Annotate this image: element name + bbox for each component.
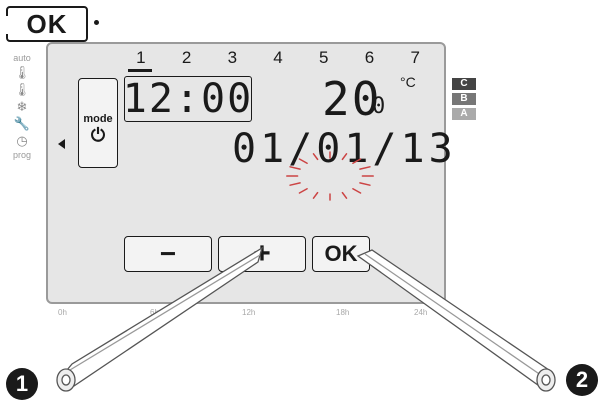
- stylus-right: [356, 249, 556, 392]
- step-1-marker: 1: [6, 368, 38, 400]
- stylus-illustration: [56, 246, 556, 392]
- step-2-marker: 2: [566, 364, 598, 396]
- stylus-left: [56, 246, 264, 392]
